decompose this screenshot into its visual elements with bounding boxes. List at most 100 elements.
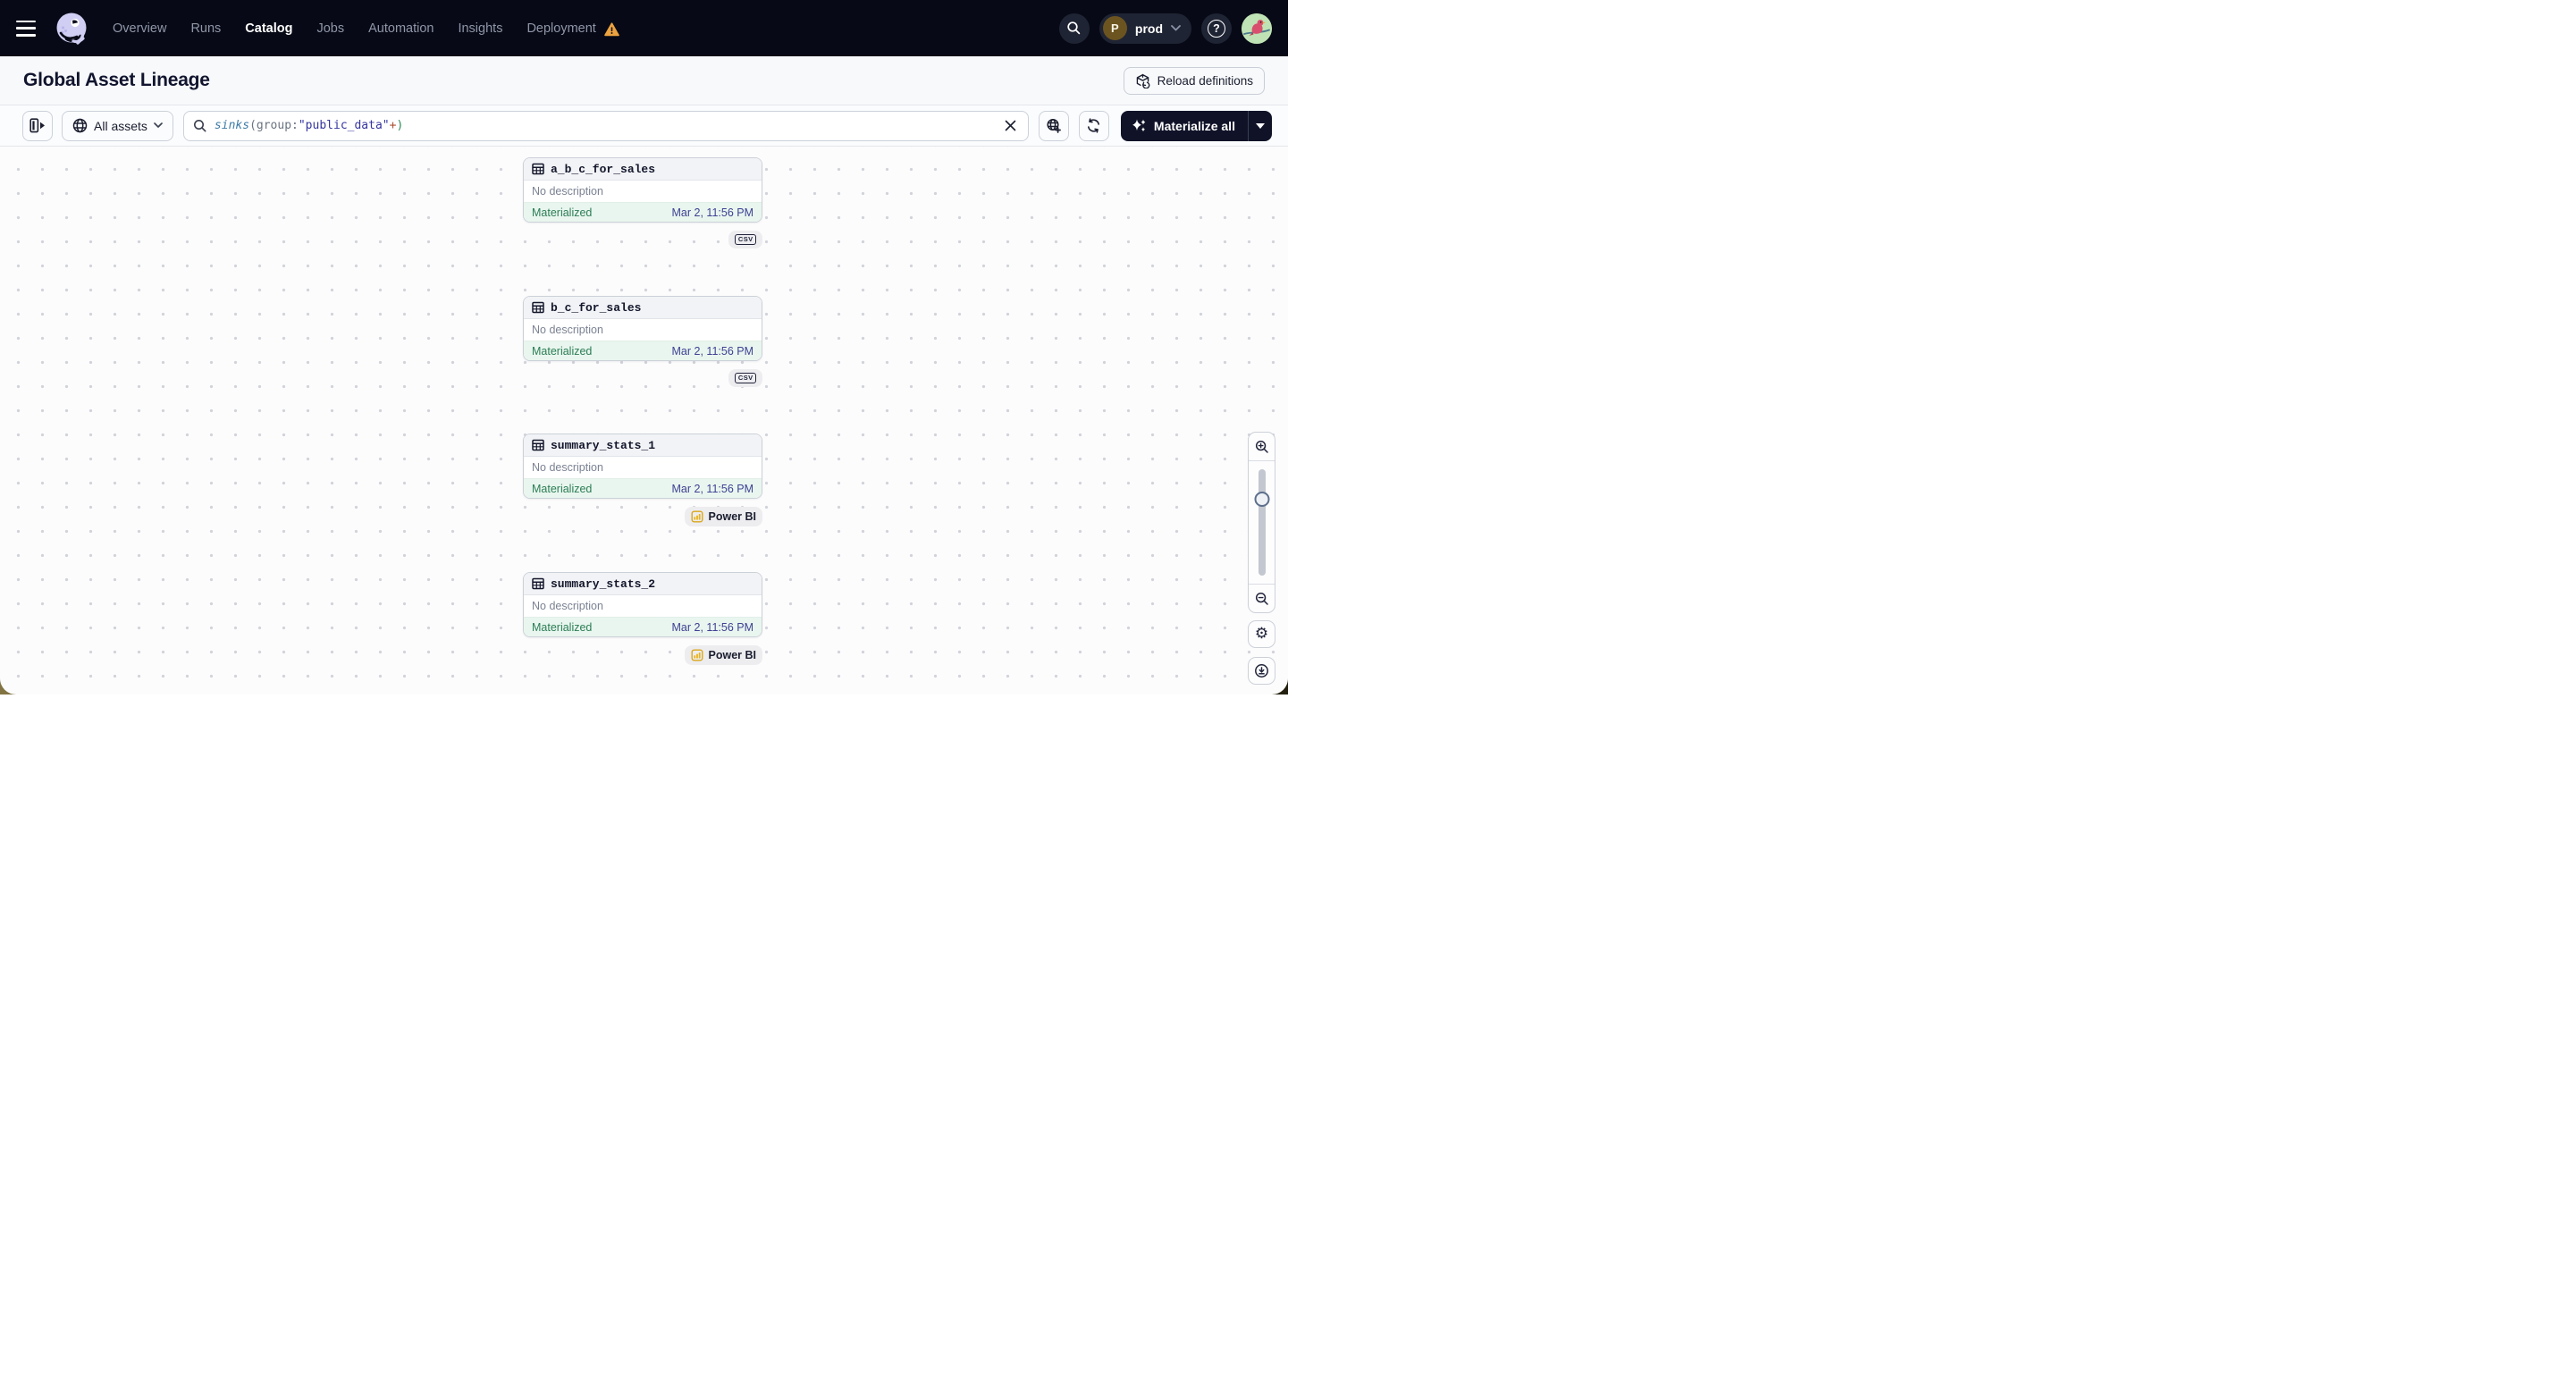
global-search-button[interactable] [1058,13,1090,44]
caret-down-icon [1255,122,1265,129]
asset-description: No description [532,185,603,198]
user-avatar[interactable] [1242,13,1272,44]
query-plus-operator: + [389,119,397,132]
asset-name: b_c_for_sales [551,300,642,315]
bird-avatar-icon [1242,13,1272,44]
refresh-button[interactable] [1078,110,1109,141]
asset-selection-query: sinks(group: "public_data" +) [215,119,1001,132]
asset-name: summary_stats_2 [551,577,656,591]
deployment-name: prod [1134,21,1163,36]
help-icon: ? [1208,19,1225,38]
asset-node[interactable]: summary_stats_1 No description Materiali… [523,434,762,499]
zoom-slider-track[interactable] [1258,469,1266,576]
nav-item-deployment[interactable]: Deployment [526,21,595,36]
asset-group-b-c-for-sales: b_c_for_sales No description Materialize… [523,296,762,387]
materialize-options-button[interactable] [1247,110,1272,141]
csv-icon: CSV [735,234,756,245]
powerbi-icon [691,649,703,661]
query-open-paren: ( [249,119,257,132]
zoom-slider[interactable] [1249,461,1275,584]
asset-scope-label: All assets [94,118,147,133]
powerbi-label: Power BI [708,510,757,523]
expand-scope-button[interactable] [1038,110,1069,141]
deployment-avatar: P [1102,16,1127,40]
chevron-down-icon [154,122,163,128]
asset-node-header: summary_stats_2 [524,573,762,595]
asset-scope-dropdown[interactable]: All assets [62,110,173,141]
powerbi-tag[interactable]: Power BI [684,507,762,526]
asset-filter-input[interactable]: sinks(group: "public_data" +) [182,110,1029,141]
materialize-split-button: Materialize all [1120,110,1272,141]
reload-cube-icon [1136,73,1150,88]
reload-definitions-button[interactable]: Reload definitions [1123,66,1265,95]
materialized-status: Materialized [532,344,593,358]
graph-settings-button[interactable]: ⚙ [1248,620,1275,648]
menu-icon[interactable] [16,20,39,38]
zoom-out-button[interactable] [1249,584,1275,612]
asset-node-header: b_c_for_sales [524,297,762,319]
deployment-switcher[interactable]: P prod [1099,13,1191,44]
materialized-timestamp: Mar 2, 11:56 PM [671,620,753,634]
asset-node[interactable]: b_c_for_sales No description Materialize… [523,296,762,361]
table-icon [532,301,544,314]
asset-description: No description [532,461,603,474]
asset-description: No description [532,324,603,336]
powerbi-icon [691,510,703,523]
csv-icon: CSV [735,373,756,383]
nav-item-overview[interactable]: Overview [113,21,166,36]
nav-item-automation[interactable]: Automation [368,21,434,36]
download-graph-button[interactable] [1248,657,1275,685]
asset-node[interactable]: summary_stats_2 No description Materiali… [523,572,762,637]
dagster-logo[interactable] [54,11,89,46]
query-colon: : [291,119,299,132]
materialized-status: Materialized [532,620,593,634]
materialize-all-button[interactable]: Materialize all [1120,110,1248,141]
zoom-slider-thumb[interactable] [1254,492,1269,507]
powerbi-label: Power BI [708,649,757,661]
nav-item-jobs[interactable]: Jobs [316,21,344,36]
zoom-in-icon [1255,440,1268,453]
asset-group-summary-stats-2: summary_stats_2 No description Materiali… [523,572,762,665]
nav-item-insights[interactable]: Insights [458,21,502,36]
query-key: group [256,119,292,132]
reload-definitions-label: Reload definitions [1157,73,1253,88]
asset-status-row: Materialized Mar 2, 11:56 PM [524,202,762,222]
asset-status-row: Materialized Mar 2, 11:56 PM [524,617,762,636]
download-icon [1255,664,1268,678]
sparkles-icon [1132,119,1146,132]
materialized-timestamp: Mar 2, 11:56 PM [671,206,753,219]
asset-group-summary-stats-1: summary_stats_1 No description Materiali… [523,434,762,526]
open-sidebar-button[interactable] [22,110,53,141]
materialized-status: Materialized [532,482,593,495]
asset-node-header: a_b_c_for_sales [524,158,762,181]
powerbi-tag[interactable]: Power BI [684,645,762,665]
search-icon [1067,21,1081,35]
query-close-paren: ) [396,119,404,132]
nav-item-runs[interactable]: Runs [190,21,221,36]
asset-status-row: Materialized Mar 2, 11:56 PM [524,341,762,360]
csv-tag[interactable]: CSV [728,231,762,248]
gear-icon: ⚙ [1254,625,1269,643]
page-title: Global Asset Lineage [23,70,210,90]
lineage-toolbar: All assets sinks(group:"public_data"+) [0,105,1288,147]
chevron-down-icon [1171,25,1181,31]
asset-status-row: Materialized Mar 2, 11:56 PM [524,478,762,498]
asset-name: summary_stats_1 [551,438,656,452]
nav-item-catalog[interactable]: Catalog [245,21,292,36]
octopus-logo-icon [56,13,87,45]
csv-tag[interactable]: CSV [728,369,762,387]
zoom-in-button[interactable] [1249,433,1275,461]
warning-icon [604,21,619,37]
globe-plus-icon [1047,118,1061,133]
asset-node[interactable]: a_b_c_for_sales No description Materiali… [523,157,762,223]
nav-right-cluster: P prod ? [1058,13,1272,44]
materialized-timestamp: Mar 2, 11:56 PM [671,344,753,358]
clear-query-button[interactable] [1001,116,1020,135]
query-value: "public_data" [298,119,390,132]
lineage-canvas[interactable]: a_b_c_for_sales No description Materiali… [0,147,1288,694]
table-icon [532,163,544,175]
asset-name: a_b_c_for_sales [551,162,656,176]
page-header: Global Asset Lineage Reload definitions [0,56,1288,105]
materialize-all-label: Materialize all [1153,118,1235,133]
help-button[interactable]: ? [1201,13,1232,44]
